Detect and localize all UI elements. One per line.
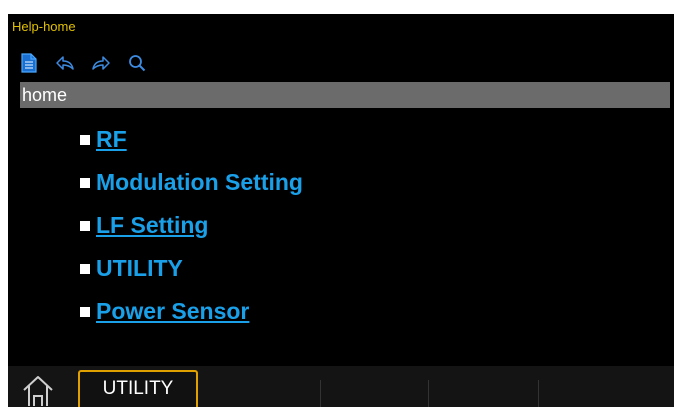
bullet-icon [80,263,90,274]
bullet-icon [80,134,90,145]
softkey-bar: UTILITY [8,366,674,407]
home-icon [23,376,53,406]
topic-link-power-sensor[interactable]: Power Sensor [96,298,249,325]
list-item: Power Sensor [80,290,303,333]
bullet-icon [80,177,90,188]
topic-link-modulation-setting[interactable]: Modulation Setting [96,169,303,196]
home-button[interactable] [16,372,60,406]
forward-icon[interactable] [90,52,112,74]
softkey-divider [320,380,321,407]
address-bar: home [20,82,670,108]
help-topic-list: RF Modulation Setting LF Setting UTILITY… [80,118,303,333]
bullet-icon [80,220,90,231]
list-item: UTILITY [80,247,303,290]
softkey-utility[interactable]: UTILITY [78,370,198,407]
topic-link-rf[interactable]: RF [96,126,127,153]
search-icon[interactable] [126,52,148,74]
softkey-divider [428,380,429,407]
window-title: Help-home [12,19,76,34]
back-icon[interactable] [54,52,76,74]
softkey-divider [538,380,539,407]
topic-link-utility[interactable]: UTILITY [96,255,183,282]
list-item: RF [80,118,303,161]
list-item: LF Setting [80,204,303,247]
help-toolbar [18,50,148,76]
list-item: Modulation Setting [80,161,303,204]
document-icon[interactable] [18,52,40,74]
topic-link-lf-setting[interactable]: LF Setting [96,212,208,239]
bullet-icon [80,306,90,317]
help-window: Help-home home RF Modulation Setting LF … [8,14,674,407]
